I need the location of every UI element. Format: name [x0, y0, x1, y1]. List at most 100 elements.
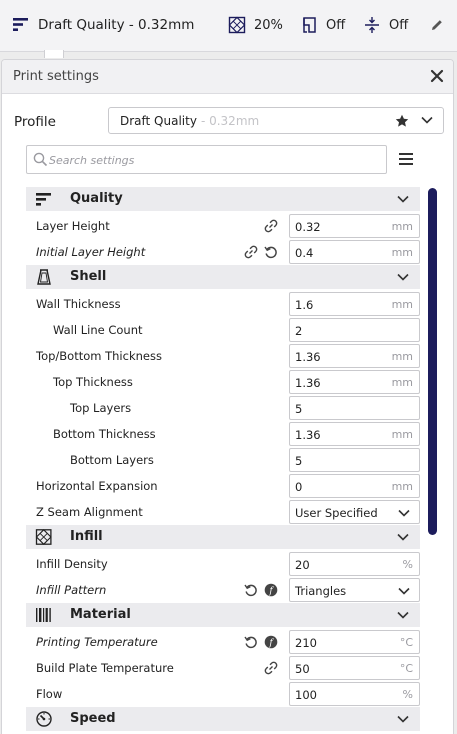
support-icon [303, 17, 316, 33]
link-icon[interactable] [244, 245, 258, 259]
link-icon[interactable] [264, 219, 278, 233]
panel-title: Print settings [13, 69, 99, 84]
bottom-thickness-input[interactable]: 1.36 mm [289, 422, 420, 446]
top-bottom-thickness-input[interactable]: 1.36 mm [289, 344, 420, 368]
category-material[interactable]: Material [26, 603, 420, 627]
adhesion-icon [365, 17, 379, 33]
field-unit: mm [391, 428, 413, 441]
z-seam-alignment-dropdown[interactable]: User Specified [289, 500, 420, 524]
setting-label: Printing Temperature [36, 635, 158, 649]
close-icon[interactable] [429, 68, 445, 84]
setting-row-top-bottom-thickness: Top/Bottom Thickness 1.36 mm [26, 343, 420, 369]
link-icon[interactable] [264, 661, 278, 675]
field-value: 0.32 [295, 220, 321, 234]
infill-icon [35, 529, 52, 545]
infill-value: 20% [254, 17, 283, 33]
search-settings-field[interactable] [26, 145, 387, 174]
profile-dropdown-name: Draft Quality [120, 114, 197, 128]
field-unit: mm [391, 350, 413, 363]
edit-settings-button[interactable] [430, 0, 444, 50]
field-value: 1.6 [295, 298, 314, 312]
horizontal-expansion-input[interactable]: 0 mm [289, 474, 420, 498]
setting-row-build-plate-temperature: Build Plate Temperature 50 °C [26, 655, 420, 681]
material-icon [36, 608, 51, 622]
search-settings-input[interactable] [49, 150, 379, 170]
field-unit: mm [391, 480, 413, 493]
setting-label: Infill Pattern [36, 583, 107, 597]
setting-row-initial-layer-height: Initial Layer Height 0.4 mm [26, 239, 420, 265]
field-value: 5 [295, 402, 303, 416]
field-unit: mm [391, 298, 413, 311]
function-icon[interactable]: f [264, 635, 278, 649]
category-label: Material [70, 607, 131, 622]
setting-label: Bottom Layers [70, 453, 154, 467]
field-value: 1.36 [295, 350, 321, 364]
hamburger-menu-icon[interactable] [399, 153, 413, 165]
field-unit: mm [391, 246, 413, 259]
pencil-icon [432, 20, 442, 30]
build-plate-temperature-input[interactable]: 50 °C [289, 656, 420, 680]
category-shell[interactable]: Shell [26, 265, 420, 289]
field-value: 1.36 [295, 428, 321, 442]
chevron-down-icon [397, 715, 409, 723]
setting-label: Z Seam Alignment [36, 505, 143, 519]
setting-row-bottom-layers: Bottom Layers 5 [26, 447, 420, 473]
initial-layer-height-input[interactable]: 0.4 mm [289, 240, 420, 264]
field-unit: % [402, 558, 413, 571]
field-value: 5 [295, 454, 303, 468]
category-label: Quality [70, 191, 123, 206]
category-infill[interactable]: Infill [26, 525, 420, 549]
field-value: 0 [295, 480, 303, 494]
top-thickness-input[interactable]: 1.36 mm [289, 370, 420, 394]
support-summary[interactable]: Off [300, 0, 345, 50]
settings-scrollbar[interactable] [428, 188, 437, 535]
category-label: Infill [70, 529, 103, 544]
setting-label: Top Layers [70, 401, 132, 415]
field-unit: mm [391, 376, 413, 389]
chevron-down-icon [397, 195, 409, 203]
layer-height-input[interactable]: 0.32 mm [289, 214, 420, 238]
printing-temperature-input[interactable]: 210 °C [289, 630, 420, 654]
adhesion-summary[interactable]: Off [363, 0, 408, 50]
setting-row-top-layers: Top Layers 5 [26, 395, 420, 421]
reset-icon[interactable] [244, 583, 258, 597]
setting-label: Wall Thickness [36, 297, 121, 311]
field-value: 0.4 [295, 246, 314, 260]
field-value: 1.36 [295, 376, 321, 390]
infill-density-input[interactable]: 20 % [289, 552, 420, 576]
category-label: Shell [70, 269, 107, 284]
print-profile-selector[interactable]: Draft Quality - 0.32mm [13, 0, 194, 50]
profile-dropdown[interactable]: Draft Quality - 0.32mm [108, 107, 444, 134]
infill-pattern-dropdown[interactable]: Triangles [289, 578, 420, 602]
infill-summary[interactable]: 20% [228, 0, 283, 50]
setting-row-printing-temperature: Printing Temperature f 210 °C [26, 629, 420, 655]
reset-icon[interactable] [244, 635, 258, 649]
category-quality[interactable]: Quality [26, 187, 420, 211]
chevron-down-icon [421, 116, 433, 124]
star-icon[interactable] [395, 114, 409, 128]
profile-name-label: Draft Quality - 0.32mm [38, 17, 195, 33]
field-value: User Specified [295, 506, 378, 520]
bottom-layers-input[interactable]: 5 [289, 448, 420, 472]
setting-label: Build Plate Temperature [36, 661, 174, 675]
wall-thickness-input[interactable]: 1.6 mm [289, 292, 420, 316]
function-icon[interactable]: f [264, 583, 278, 597]
wall-line-count-input[interactable]: 2 [289, 318, 420, 342]
profile-quality-icon [13, 18, 28, 31]
top-layers-input[interactable]: 5 [289, 396, 420, 420]
shell-icon [37, 269, 51, 285]
setting-row-infill-pattern: Infill Pattern f Triangles [26, 577, 420, 603]
chevron-down-icon [397, 611, 409, 619]
setting-label: Infill Density [36, 557, 108, 571]
category-speed[interactable]: Speed [26, 707, 420, 731]
reset-icon[interactable] [264, 245, 278, 259]
chevron-down-icon [397, 533, 409, 541]
support-value: Off [326, 17, 346, 33]
flow-input[interactable]: 100 % [289, 682, 420, 706]
topbar-tab-notch [44, 50, 64, 58]
setting-label: Top Thickness [53, 375, 133, 389]
field-value: Triangles [295, 584, 347, 598]
setting-label: Initial Layer Height [36, 245, 146, 259]
infill-icon [228, 16, 246, 34]
field-value: 210 [295, 636, 317, 650]
